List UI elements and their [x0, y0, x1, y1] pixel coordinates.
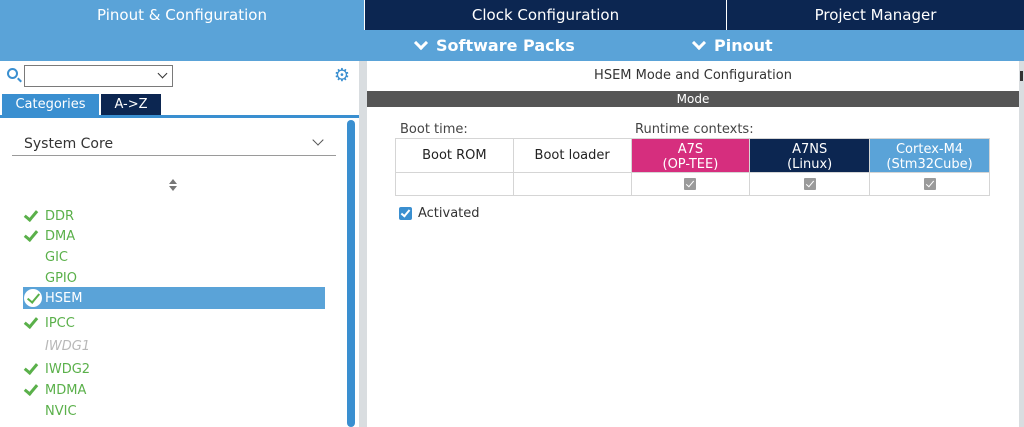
- peripheral-label: DDR: [45, 208, 75, 224]
- check-icon: [23, 206, 39, 223]
- peripheral-nvic[interactable]: NVIC: [23, 400, 325, 422]
- peripheral-ipcc[interactable]: IPCC: [23, 312, 325, 334]
- cell-boot-loader: [512, 172, 632, 196]
- panel-title: HSEM Mode and Configuration: [594, 68, 792, 83]
- runtime-contexts-label: Runtime contexts:: [635, 122, 754, 137]
- vertical-scrollbar[interactable]: [347, 120, 355, 427]
- cell-a7s[interactable]: [630, 172, 751, 196]
- group-system-core[interactable]: System Core: [12, 132, 336, 156]
- activated-label: Activated: [418, 206, 480, 221]
- peripheral-hsem[interactable]: HSEM: [23, 287, 325, 309]
- mode-configuration-panel: HSEM Mode and Configuration Mode Boot ti…: [367, 61, 1019, 427]
- column-label: Boot loader: [534, 148, 610, 163]
- pinout-menu[interactable]: Pinout: [691, 30, 773, 61]
- tab-underline: [0, 115, 359, 118]
- cell-a7ns[interactable]: [749, 172, 871, 196]
- tab-a-to-z[interactable]: A->Z: [101, 94, 161, 115]
- tab-categories[interactable]: Categories: [2, 94, 99, 115]
- chevron-down-icon: [413, 35, 429, 51]
- peripheral-label: HSEM: [45, 290, 83, 306]
- software-packs-label: Software Packs: [436, 36, 575, 55]
- column-label: Boot ROM: [422, 148, 487, 163]
- peripheral-label: MDMA: [45, 382, 87, 398]
- checkbox-cortex-m4[interactable]: [923, 178, 936, 190]
- cell-cortex-m4[interactable]: [869, 172, 990, 196]
- pinout-label: Pinout: [714, 36, 773, 55]
- sort-icon[interactable]: [168, 179, 178, 193]
- right-edge-handle[interactable]: [1019, 61, 1024, 427]
- peripheral-mdma[interactable]: MDMA: [23, 379, 325, 401]
- column-sublabel: (Stm32Cube): [886, 156, 973, 172]
- chevron-down-icon: [691, 35, 707, 51]
- peripheral-dma[interactable]: DMA: [23, 225, 325, 247]
- gear-icon[interactable]: ⚙: [332, 66, 352, 86]
- peripheral-gpio[interactable]: GPIO: [23, 267, 325, 289]
- column-label: A7S: [677, 141, 704, 157]
- peripheral-label: GIC: [45, 249, 68, 265]
- peripheral-label: NVIC: [45, 403, 77, 419]
- boot-time-label: Boot time:: [400, 122, 468, 137]
- check-icon: [23, 380, 39, 397]
- group-label: System Core: [24, 135, 114, 152]
- check-circle-icon: [24, 289, 42, 307]
- tab-pinout-configuration[interactable]: Pinout & Configuration: [0, 0, 364, 30]
- main-tab-bar: Pinout & Configuration Clock Configurati…: [0, 0, 1024, 30]
- peripheral-label: GPIO: [45, 270, 77, 286]
- peripheral-label: DMA: [45, 228, 76, 244]
- tab-clock-configuration[interactable]: Clock Configuration: [364, 0, 726, 30]
- column-a7s: A7S (OP-TEE): [630, 138, 751, 173]
- peripheral-ddr[interactable]: DDR: [23, 205, 325, 227]
- check-icon: [23, 313, 39, 330]
- mode-section-header[interactable]: Mode: [367, 91, 1019, 107]
- column-cortex-m4: Cortex-M4 (Stm32Cube): [869, 138, 990, 173]
- category-tabs: Categories A->Z: [0, 94, 161, 115]
- column-boot-rom: Boot ROM: [395, 138, 514, 173]
- panel-splitter[interactable]: [359, 61, 367, 427]
- chevron-down-icon: [312, 134, 324, 146]
- column-sublabel: (OP-TEE): [662, 156, 719, 172]
- software-packs-menu[interactable]: Software Packs: [413, 30, 575, 61]
- column-label: Cortex-M4: [895, 141, 964, 157]
- peripheral-label: IWDG2: [45, 361, 91, 377]
- chevron-down-icon[interactable]: [157, 68, 168, 79]
- checkbox-a7ns[interactable]: [803, 178, 816, 190]
- categories-panel: ⚙ Categories A->Z System Core DDR DMA GI…: [0, 61, 359, 427]
- sub-toolbar: Software Packs Pinout: [0, 30, 1024, 61]
- context-assignment-table: Boot ROM Boot loader A7S (OP-TEE) A7NS (…: [395, 138, 990, 196]
- tab-project-manager[interactable]: Project Manager: [726, 0, 1024, 30]
- column-label: A7NS: [792, 141, 828, 157]
- search-icon[interactable]: [7, 68, 18, 79]
- activated-checkbox[interactable]: Activated: [399, 206, 480, 221]
- check-icon: [23, 359, 39, 376]
- checkbox-icon[interactable]: [399, 207, 412, 220]
- check-icon: [23, 226, 39, 243]
- column-a7ns: A7NS (Linux): [749, 138, 871, 173]
- checkbox-a7s[interactable]: [684, 178, 697, 190]
- peripheral-iwdg1[interactable]: IWDG1: [23, 335, 325, 357]
- search-input[interactable]: [24, 65, 173, 87]
- peripheral-label: IPCC: [45, 315, 75, 331]
- cell-boot-rom: [395, 172, 514, 196]
- stm32cubemx-window: Pinout & Configuration Clock Configurati…: [0, 0, 1024, 427]
- peripheral-gic[interactable]: GIC: [23, 246, 325, 268]
- column-sublabel: (Linux): [787, 156, 833, 172]
- peripheral-iwdg2[interactable]: IWDG2: [23, 358, 325, 380]
- peripheral-label: IWDG1: [45, 338, 91, 354]
- column-boot-loader: Boot loader: [512, 138, 632, 173]
